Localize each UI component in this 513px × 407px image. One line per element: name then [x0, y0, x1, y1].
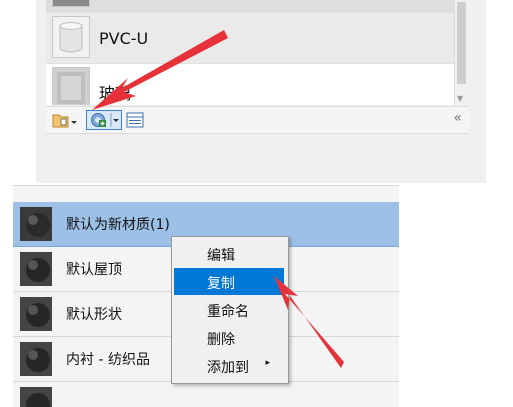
scrollbar-thumb[interactable]: [457, 2, 466, 84]
table-row[interactable]: [13, 382, 399, 407]
add-material-icon[interactable]: [86, 110, 122, 130]
menu-item-rename[interactable]: 重命名: [174, 296, 284, 323]
material-thumbnail: [52, 0, 90, 7]
material-label: 玻璃: [99, 84, 132, 103]
submenu-arrow-icon: ▸: [265, 358, 270, 368]
scrollbar[interactable]: ▼: [454, 0, 469, 105]
material-sphere-icon: [20, 342, 52, 376]
material-browser-top: PVC-U 玻璃 ▼ «: [36, 0, 486, 183]
material-label: 默认形状: [66, 307, 122, 323]
collapse-panel-icon[interactable]: «: [453, 110, 461, 126]
material-sphere-icon: [20, 252, 52, 286]
list-item[interactable]: [46, 0, 455, 13]
list-item[interactable]: 玻璃: [46, 64, 455, 105]
material-label: PVC-U: [99, 29, 149, 48]
menu-item-add-to[interactable]: 添加到 ▸: [174, 352, 284, 379]
material-sphere-icon: [20, 297, 52, 331]
material-sphere-icon: [20, 387, 52, 407]
library-folder-icon[interactable]: [52, 111, 78, 129]
material-list-top: PVC-U 玻璃 ▼: [46, 0, 469, 105]
glass-thumbnail-icon: [52, 67, 90, 105]
material-sphere-icon: [20, 207, 52, 241]
material-label: 默认为新材质(1): [66, 217, 170, 233]
material-label: 默认屋顶: [66, 262, 122, 278]
material-label: 内衬 - 纺织品: [66, 352, 150, 368]
scroll-down-icon[interactable]: ▼: [457, 94, 463, 103]
list-item[interactable]: PVC-U: [46, 13, 455, 64]
context-menu: 编辑 复制 重命名 删除 添加到 ▸: [171, 236, 289, 384]
menu-item-delete[interactable]: 删除: [174, 324, 284, 351]
material-toolbar: «: [46, 106, 469, 134]
menu-item-copy[interactable]: 复制: [174, 268, 284, 295]
panel-toggle-icon[interactable]: [126, 111, 144, 129]
list-item[interactable]: [13, 185, 399, 186]
pvc-thumbnail-icon: [52, 16, 90, 58]
menu-item-edit[interactable]: 编辑: [174, 240, 284, 267]
